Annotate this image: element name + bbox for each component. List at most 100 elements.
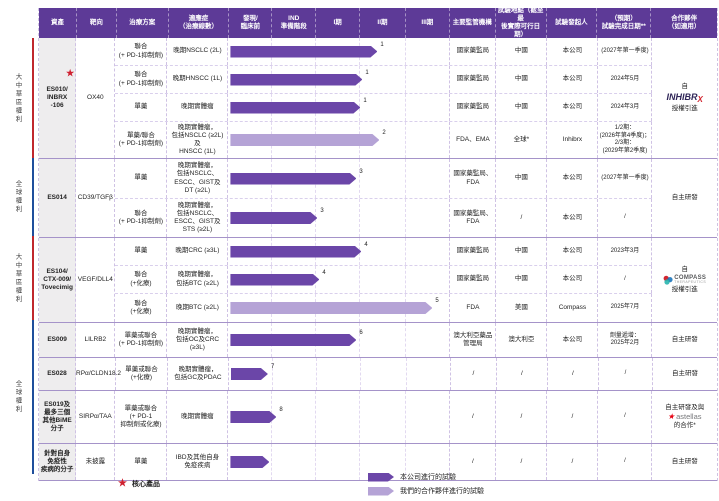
treatment-plan-cell: 聯合 (+化療) bbox=[115, 294, 167, 322]
rights-band-line bbox=[32, 38, 34, 158]
phase-gridline bbox=[359, 444, 360, 480]
phase-track: 3 bbox=[228, 159, 450, 198]
pipeline-bar bbox=[230, 102, 360, 114]
inhibrx-logo-x: X bbox=[698, 95, 703, 104]
bar-footnote: 7 bbox=[271, 364, 274, 370]
bar-footnote: 1 bbox=[363, 98, 366, 104]
completion-date-cell: 劑量遞增： 2025年2月 bbox=[598, 323, 652, 357]
asset-cell: ES019及 最多三個 其他BiME 分子 bbox=[39, 391, 76, 443]
treatment-plan-cell: 聯合 (+ PD-1抑制劑) bbox=[115, 38, 167, 65]
header-col-10: 試驗地點（截至最 後實際可行日期） bbox=[496, 8, 547, 38]
pipeline-bar bbox=[230, 134, 379, 146]
bar-footnote: 5 bbox=[435, 298, 438, 304]
pipeline-bar bbox=[230, 212, 317, 224]
indication-cell: 晚期實體瘤 bbox=[167, 94, 228, 121]
partner-trial-bar-icon bbox=[368, 487, 394, 496]
regulator-cell: 國家藥監局 bbox=[450, 94, 496, 121]
compass-logo: COMPASSTHERAPEUTICS bbox=[663, 275, 706, 285]
partner-cell: 自主研發 bbox=[652, 444, 717, 480]
legend-core-product: ★ 核心產品 bbox=[118, 479, 160, 489]
partner-suffix: 授權引進 bbox=[672, 105, 698, 113]
partner-line1: 自主研發及與 bbox=[665, 404, 704, 412]
rights-band-label: 大中華區權利 bbox=[12, 38, 22, 158]
compass-logo-text: COMPASSTHERAPEUTICS bbox=[674, 275, 706, 285]
regulator-cell: 國家藥監局 bbox=[450, 266, 496, 293]
target-cell: CD39/TGFβ bbox=[76, 159, 115, 237]
rows-wrap: 單藥或聯合 (+化療)晚期實體瘤， 包括GC及PDAC7//// bbox=[116, 358, 653, 390]
bar-footnote: 2 bbox=[382, 130, 385, 136]
own-trial-bar-icon bbox=[368, 473, 394, 482]
pipeline-row: 聯合 (+ PD-1抑制劑)晚期NSCLC (2L)1國家藥監局中國本公司(20… bbox=[115, 38, 652, 66]
sponsor-cell: Inhibrx bbox=[547, 122, 598, 158]
pipeline-bar bbox=[230, 46, 377, 58]
sponsor-cell: / bbox=[547, 444, 598, 480]
pipeline-bar bbox=[230, 274, 319, 286]
phase-gridline bbox=[405, 94, 406, 121]
legend-trial-types: 本公司進行的試驗 我們的合作夥伴進行的試驗 bbox=[368, 472, 484, 496]
regulator-cell: FDA bbox=[450, 294, 496, 322]
pipeline-bar bbox=[230, 74, 362, 86]
phase-gridline bbox=[359, 266, 360, 293]
bar-footnote: 4 bbox=[322, 270, 325, 276]
rows-wrap: 聯合 (+ PD-1抑制劑)晚期NSCLC (2L)1國家藥監局中國本公司(20… bbox=[115, 38, 652, 158]
astellas-logo: ★astellas bbox=[668, 413, 702, 421]
treatment-plan-cell: 單藥 bbox=[115, 444, 167, 480]
phase-gridline bbox=[405, 266, 406, 293]
header-col-5: IND 準備階段 bbox=[272, 8, 316, 38]
sponsor-cell: 本公司 bbox=[547, 199, 598, 237]
partner-cell: 自主研發 bbox=[653, 358, 717, 390]
phase-track: 1 bbox=[228, 94, 450, 121]
phase-gridline bbox=[405, 238, 406, 265]
asset-group-5: ES019及 最多三個 其他BiME 分子SIRPα/TAA單藥或聯合 (+ P… bbox=[39, 391, 717, 444]
legend-own-trial-label: 本公司進行的試驗 bbox=[400, 472, 456, 482]
completion-date-cell: / bbox=[598, 266, 652, 293]
asset-group-4: ES028SIRPα/CLDN18.2單藥或聯合 (+化療)晚期實體瘤， 包括G… bbox=[39, 358, 717, 391]
partner-suffix: 授權引進 bbox=[672, 286, 698, 294]
location-cell: 中國 bbox=[496, 159, 547, 198]
asset-cell: ES009 bbox=[39, 323, 76, 357]
rights-band-line bbox=[32, 236, 34, 320]
completion-date-cell: 2024年5月 bbox=[598, 66, 652, 93]
header-col-1: 靶向 bbox=[77, 8, 117, 38]
regulator-cell: 國家藥監局 bbox=[450, 238, 496, 265]
treatment-plan-cell: 單藥或聯合 (+ PD-1 抑制劑或化療) bbox=[115, 391, 167, 443]
indication-cell: 晚期實體瘤， 包括BTC (≥2L) bbox=[167, 266, 228, 293]
completion-date-cell: 2025年7月 bbox=[598, 294, 652, 322]
bar-footnote: 4 bbox=[364, 242, 367, 248]
phase-track: 4 bbox=[228, 266, 450, 293]
location-cell: / bbox=[497, 358, 548, 390]
pipeline-row: 單藥或聯合 (+ PD-1 抑制劑或化療)晚期實體瘤8//// bbox=[115, 391, 652, 443]
phase-track: 1 bbox=[228, 66, 450, 93]
inhibrx-logo: INHIBRX bbox=[667, 93, 703, 104]
rows-wrap: 單藥或聯合 (+ PD-1 抑制劑或化療)晚期實體瘤8//// bbox=[115, 391, 652, 443]
partner-cell: 自主研發及與★astellas的合作* bbox=[652, 391, 717, 443]
pipeline-row: 聯合 (+化療)晚期BTC (≥2L)5FDA美國Compass2025年7月 bbox=[115, 294, 652, 322]
pipeline-row: 聯合 (+化療)晚期實體瘤， 包括BTC (≥2L)4國家藥監局中國本公司/ bbox=[115, 266, 652, 294]
phase-gridline bbox=[359, 199, 360, 237]
pipeline-row: 聯合 (+ PD-1抑制劑)晚期實體瘤， 包括NSCLC、 ESCC、GIST及… bbox=[115, 199, 652, 237]
pipeline-row: 單藥/聯合 (+ PD-1抑制劑)晚期實體瘤， 包括NSCLC (≥2L)及 H… bbox=[115, 122, 652, 158]
compass-logo-sub: THERAPEUTICS bbox=[674, 281, 706, 285]
completion-date-cell: (2027年第一季度) bbox=[598, 38, 652, 65]
pipeline-bar bbox=[230, 411, 276, 423]
sponsor-cell: 本公司 bbox=[547, 159, 598, 198]
header-col-6: I期 bbox=[316, 8, 360, 38]
partner-prefix: 自 bbox=[681, 266, 688, 274]
indication-cell: 晚期CRC (≥3L) bbox=[167, 238, 228, 265]
phase-track: 3 bbox=[228, 199, 450, 237]
bar-footnote: 8 bbox=[279, 407, 282, 413]
completion-date-cell: (2027年第一季度) bbox=[598, 159, 652, 198]
phase-track: 5 bbox=[228, 294, 450, 322]
target-cell: 未披露 bbox=[76, 444, 115, 480]
phase-gridline bbox=[405, 66, 406, 93]
regulator-cell: / bbox=[451, 358, 497, 390]
regulator-cell: FDA、EMA bbox=[450, 122, 496, 158]
partner-prefix: 自 bbox=[681, 83, 688, 91]
regulator-cell: 國家藥監局 bbox=[450, 66, 496, 93]
core-product-star-icon: ★ bbox=[66, 69, 74, 78]
location-cell: / bbox=[496, 391, 547, 443]
completion-date-cell: 1/2期： (2026年第4季度)； 2/3期： (2029年第2季度) bbox=[598, 122, 652, 158]
indication-cell: 晚期HNSCC (1L) bbox=[167, 66, 228, 93]
pipeline-row: 聯合 (+ PD-1抑制劑)晚期HNSCC (1L)1國家藥監局中國本公司202… bbox=[115, 66, 652, 94]
location-cell: 中國 bbox=[496, 66, 547, 93]
